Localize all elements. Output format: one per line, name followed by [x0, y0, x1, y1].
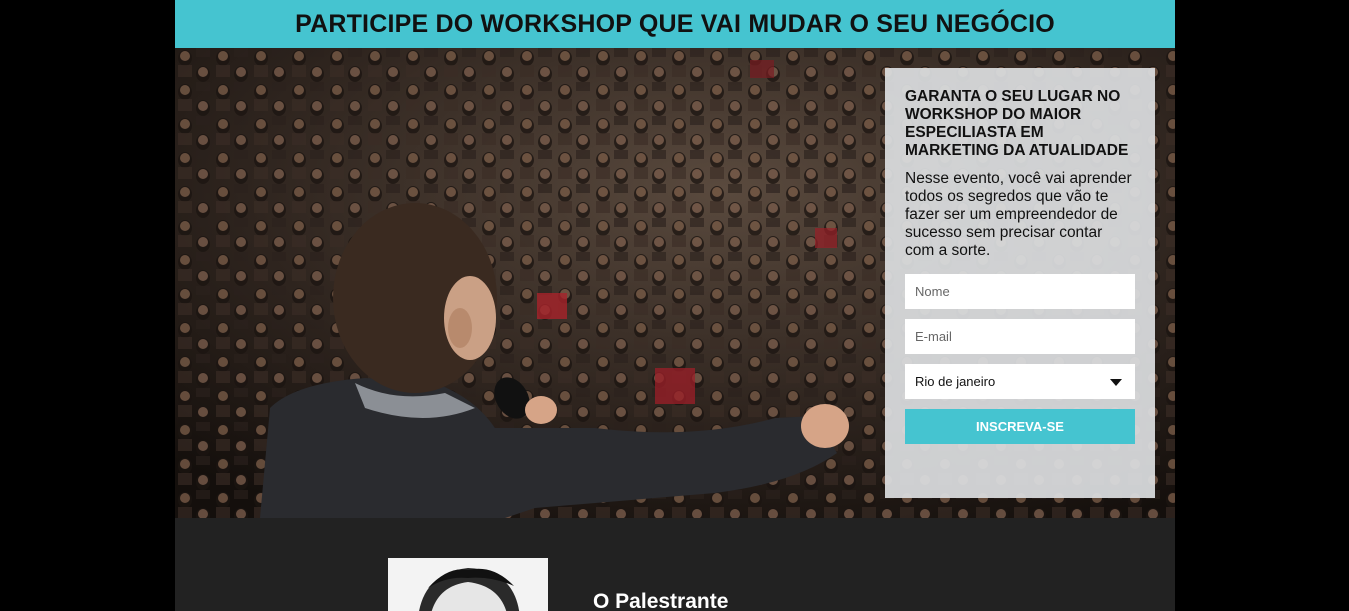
- city-select[interactable]: Rio de janeiro: [905, 364, 1135, 399]
- top-banner: PARTICIPE DO WORKSHOP QUE VAI MUDAR O SE…: [175, 0, 1175, 48]
- speaker-title: O Palestrante: [593, 590, 729, 611]
- city-select-value: Rio de janeiro: [915, 374, 996, 389]
- speaker-section: O Palestrante: [175, 518, 1175, 611]
- name-input[interactable]: [905, 274, 1135, 309]
- form-heading: GARANTA O SEU LUGAR NO WORKSHOP DO MAIOR…: [905, 88, 1129, 159]
- signup-form: GARANTA O SEU LUGAR NO WORKSHOP DO MAIOR…: [885, 68, 1155, 498]
- chevron-down-icon: [1110, 379, 1122, 386]
- form-description: Nesse evento, você vai aprender todos os…: [905, 170, 1132, 259]
- subscribe-button[interactable]: INSCREVA-SE: [905, 409, 1135, 444]
- page-title: PARTICIPE DO WORKSHOP QUE VAI MUDAR O SE…: [295, 9, 1055, 38]
- landing-page: PARTICIPE DO WORKSHOP QUE VAI MUDAR O SE…: [175, 0, 1175, 611]
- hero-section: GARANTA O SEU LUGAR NO WORKSHOP DO MAIOR…: [175, 48, 1175, 518]
- email-input[interactable]: [905, 319, 1135, 354]
- speaker-photo: [388, 558, 548, 611]
